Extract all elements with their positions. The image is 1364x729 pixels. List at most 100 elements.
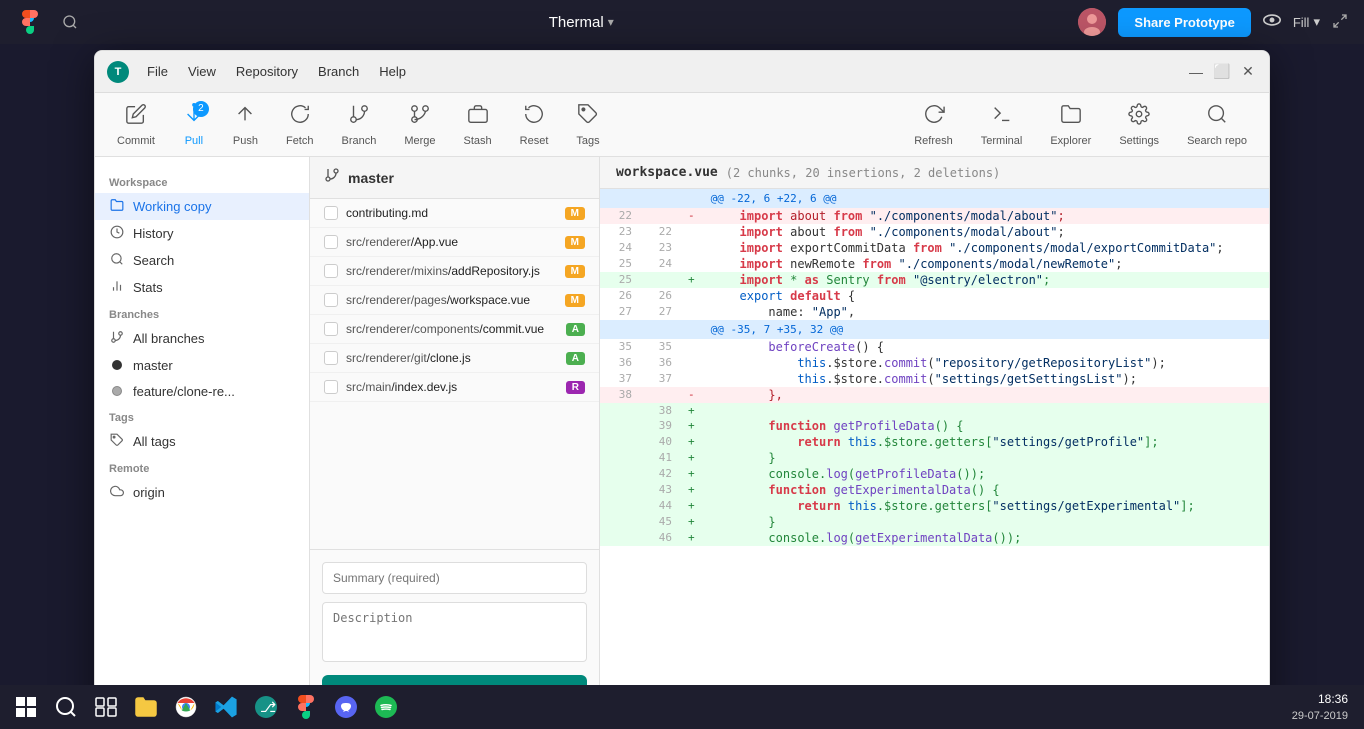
menu-help[interactable]: Help	[369, 60, 416, 83]
branch-name: master	[348, 170, 394, 186]
commit-summary-input[interactable]	[322, 562, 587, 594]
sidebar-item-all-tags[interactable]: All tags	[95, 428, 309, 455]
diff-line: 26 26 export default {	[600, 288, 1269, 304]
file-checkbox[interactable]	[324, 264, 338, 278]
line-num-new: 39	[640, 418, 680, 434]
diff-table: @@ -22, 6 +22, 6 @@ 22 - import about fr…	[600, 189, 1269, 546]
sidebar-item-origin[interactable]: origin	[95, 479, 309, 506]
sidebar-item-master[interactable]: master	[95, 352, 309, 378]
commit-description-input[interactable]	[322, 602, 587, 662]
file-item[interactable]: src/renderer/git/clone.js A	[310, 344, 599, 373]
thermal-dropdown[interactable]: Thermal ▾	[549, 14, 614, 31]
window-menu: File View Repository Branch Help	[137, 60, 416, 83]
toolbar-push[interactable]: Push	[219, 95, 272, 155]
file-items: contributing.md M src/renderer/App.vue M…	[310, 199, 599, 549]
taskbar-windows-icon[interactable]	[8, 689, 44, 725]
sidebar-item-search[interactable]: Search	[95, 247, 309, 274]
settings-label: Settings	[1119, 135, 1159, 147]
toolbar-merge[interactable]: Merge	[390, 95, 449, 155]
file-item[interactable]: src/renderer/pages/workspace.vue M	[310, 286, 599, 315]
figma-logo[interactable]	[16, 8, 44, 36]
toolbar-refresh[interactable]: Refresh	[900, 95, 967, 155]
toolbar-commit[interactable]: Commit	[103, 95, 169, 155]
expand-icon[interactable]	[1332, 13, 1348, 32]
file-item[interactable]: contributing.md M	[310, 199, 599, 228]
file-badge-m: M	[565, 294, 585, 307]
line-num-new: 35	[640, 339, 680, 355]
menu-file[interactable]: File	[137, 60, 178, 83]
toolbar-settings[interactable]: Settings	[1105, 95, 1173, 155]
file-item[interactable]: src/renderer/App.vue M	[310, 228, 599, 257]
diff-filename: workspace.vue	[616, 165, 718, 180]
taskbar-chrome-icon[interactable]	[168, 689, 204, 725]
menu-view[interactable]: View	[178, 60, 226, 83]
file-checkbox[interactable]	[324, 380, 338, 394]
diff-line: 38 +	[600, 403, 1269, 418]
taskbar-search-icon[interactable]	[48, 689, 84, 725]
taskbar-gitkraken-icon[interactable]: ⎇	[248, 689, 284, 725]
avatar[interactable]	[1078, 8, 1106, 36]
sidebar-item-history[interactable]: History	[95, 220, 309, 247]
file-badge-r: R	[566, 381, 585, 394]
taskbar-vscode-icon[interactable]	[208, 689, 244, 725]
cloud-icon	[109, 484, 125, 501]
diff-line: 43 + function getExperimentalData() {	[600, 482, 1269, 498]
taskbar-figma-icon[interactable]	[288, 689, 324, 725]
fill-dropdown[interactable]: Fill ▾	[1293, 14, 1320, 30]
diff-line: 46 + console.log(getExperimentalData());	[600, 530, 1269, 546]
line-content: }	[703, 450, 1269, 466]
toolbar-reset[interactable]: Reset	[506, 95, 563, 155]
sidebar-item-all-branches[interactable]: All branches	[95, 325, 309, 352]
search-icon	[109, 252, 125, 269]
file-checkbox[interactable]	[324, 235, 338, 249]
file-checkbox[interactable]	[324, 322, 338, 336]
menu-repository[interactable]: Repository	[226, 60, 308, 83]
diff-line: 24 23 import exportCommitData from "./co…	[600, 240, 1269, 256]
line-content: import about from "./components/modal/ab…	[703, 224, 1269, 240]
maximize-button[interactable]: ⬜	[1213, 63, 1231, 81]
search-button[interactable]	[56, 8, 84, 36]
branch-header-icon	[324, 167, 340, 188]
history-icon	[109, 225, 125, 242]
line-num-new	[640, 272, 680, 288]
file-item[interactable]: src/main/index.dev.js R	[310, 373, 599, 402]
toolbar-stash[interactable]: Stash	[450, 95, 506, 155]
taskbar-explorer-icon[interactable]	[128, 689, 164, 725]
sidebar-item-feature[interactable]: feature/clone-re...	[95, 378, 309, 404]
file-item[interactable]: src/renderer/mixins/addRepository.js M	[310, 257, 599, 286]
terminal-icon	[991, 103, 1013, 131]
toolbar-pull[interactable]: 2 Pull	[169, 95, 219, 155]
line-gutter	[680, 256, 703, 272]
taskbar-taskview-icon[interactable]	[88, 689, 124, 725]
preview-icon[interactable]	[1263, 13, 1281, 31]
file-checkbox[interactable]	[324, 351, 338, 365]
share-prototype-button[interactable]: Share Prototype	[1118, 8, 1250, 37]
toolbar-tags[interactable]: Tags	[562, 95, 613, 155]
line-content: }	[703, 514, 1269, 530]
file-item[interactable]: src/renderer/components/commit.vue A	[310, 315, 599, 344]
stats-label: Stats	[133, 280, 163, 295]
taskbar-spotify-icon[interactable]	[368, 689, 404, 725]
toolbar-explorer[interactable]: Explorer	[1036, 95, 1105, 155]
minimize-button[interactable]: —	[1187, 63, 1205, 81]
sidebar-item-stats[interactable]: Stats	[95, 274, 309, 301]
file-badge-m: M	[565, 207, 585, 220]
menu-branch[interactable]: Branch	[308, 60, 369, 83]
app-title-area: Thermal ▾	[549, 14, 614, 31]
toolbar-fetch[interactable]: Fetch	[272, 95, 328, 155]
time-display: 18:36	[1318, 692, 1348, 706]
toolbar-terminal[interactable]: Terminal	[967, 95, 1037, 155]
toolbar-search-repo[interactable]: Search repo	[1173, 95, 1261, 155]
window-titlebar: T File View Repository Branch Help — ⬜ ✕	[95, 51, 1269, 93]
taskbar-discord-icon[interactable]	[328, 689, 364, 725]
toolbar-branch[interactable]: Branch	[327, 95, 390, 155]
close-button[interactable]: ✕	[1239, 63, 1257, 81]
line-num-new: 23	[640, 240, 680, 256]
line-num-old: 23	[600, 224, 640, 240]
sidebar-item-working-copy[interactable]: Working copy	[95, 193, 309, 220]
diff-line: 35 35 beforeCreate() {	[600, 339, 1269, 355]
file-checkbox[interactable]	[324, 293, 338, 307]
file-name: src/renderer/mixins/addRepository.js	[346, 264, 557, 278]
dropdown-arrow-icon: ▾	[608, 15, 614, 29]
file-checkbox[interactable]	[324, 206, 338, 220]
